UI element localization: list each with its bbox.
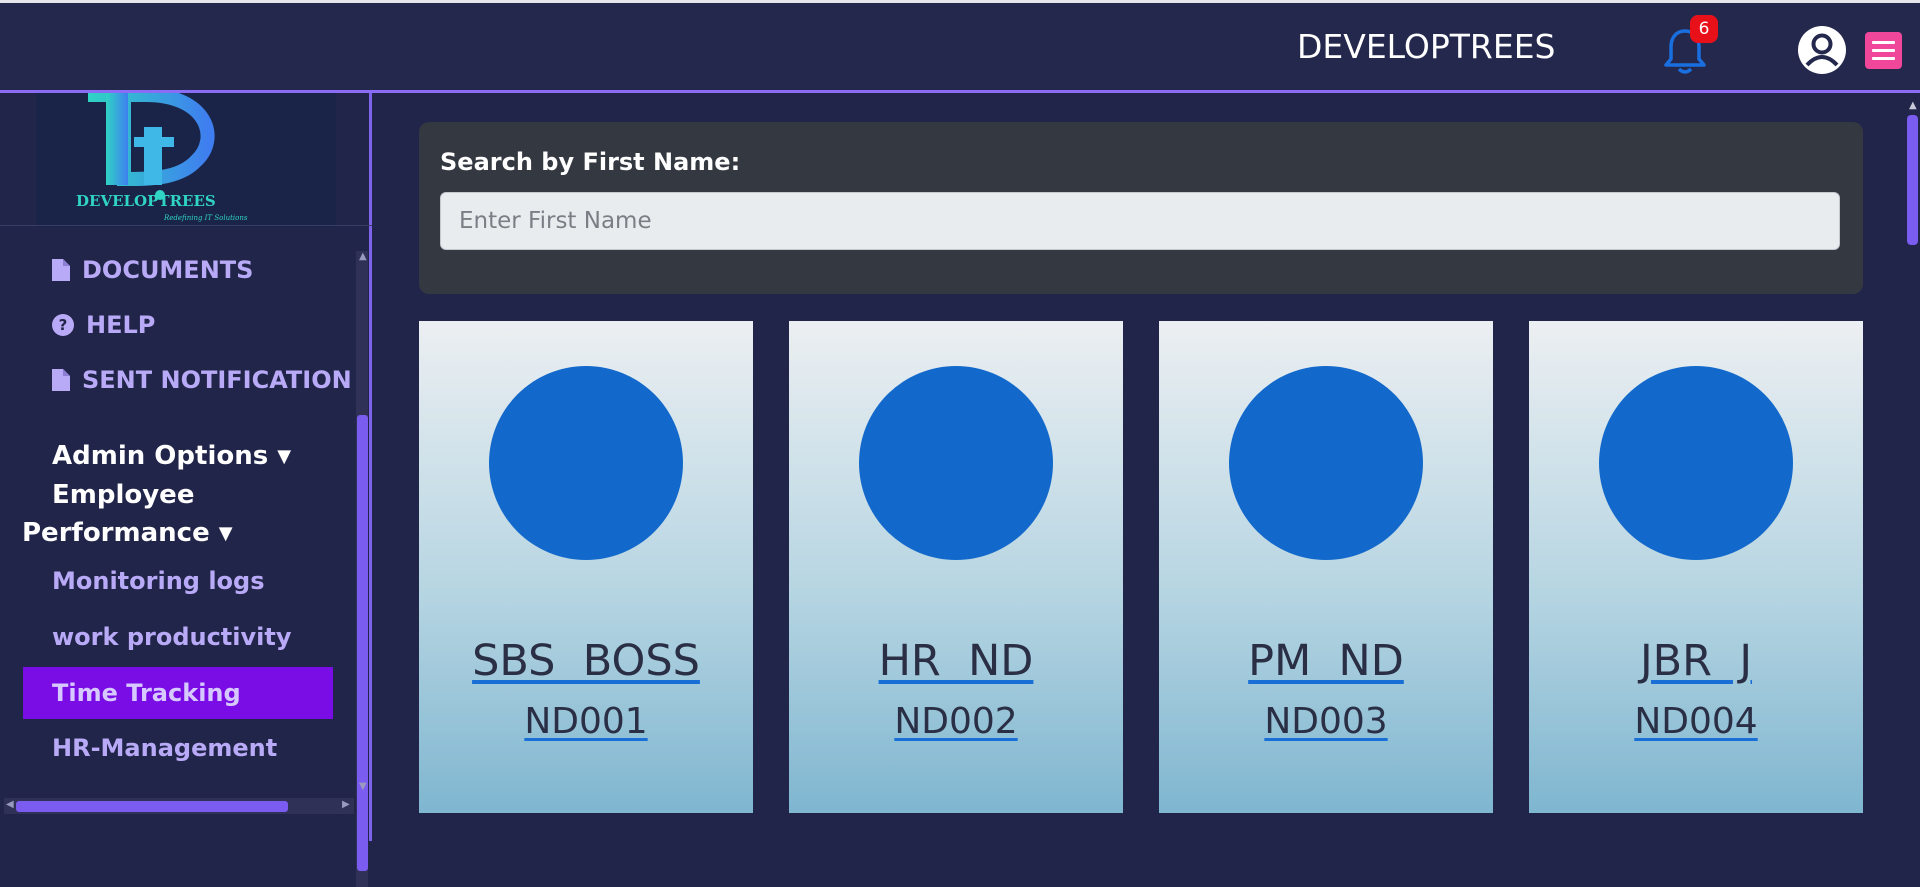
- first-name-search-input[interactable]: [440, 192, 1840, 250]
- avatar: [1599, 366, 1793, 560]
- help-icon: ?: [52, 314, 74, 336]
- sidebar-item-hr-management[interactable]: HR-Management: [52, 734, 277, 762]
- admin-options-toggle[interactable]: Admin Options ▼: [52, 441, 291, 471]
- scroll-right-arrow-icon[interactable]: ▶: [342, 799, 350, 810]
- sidebar-item-documents[interactable]: DOCUMENTS: [52, 256, 253, 284]
- sidebar-vertical-scroll-thumb[interactable]: [357, 415, 368, 871]
- sidebar-item-help[interactable]: ? HELP: [52, 311, 155, 339]
- document-icon: [52, 259, 70, 281]
- employee-card[interactable]: JBR J ND004: [1529, 321, 1863, 813]
- scroll-left-arrow-icon[interactable]: ◀: [6, 799, 14, 810]
- scroll-up-arrow-icon[interactable]: ▲: [359, 251, 367, 262]
- employee-performance-line1: Employee: [52, 480, 195, 510]
- sidebar-item-monitoring-logs[interactable]: Monitoring logs: [52, 567, 265, 595]
- avatar: [1229, 366, 1423, 560]
- avatar: [859, 366, 1053, 560]
- logo-tagline: Redefining IT Solutions: [163, 214, 248, 222]
- employee-card[interactable]: PM ND ND003: [1159, 321, 1493, 813]
- avatar: [489, 366, 683, 560]
- notification-count-badge: 6: [1690, 15, 1718, 43]
- sidebar-item-label: HELP: [86, 311, 156, 339]
- caret-down-icon: ▼: [218, 523, 233, 544]
- main-vertical-scroll-thumb[interactable]: [1907, 115, 1918, 245]
- hamburger-menu-button[interactable]: [1865, 32, 1902, 69]
- main-scroll-up-arrow-icon[interactable]: ▲: [1909, 100, 1917, 111]
- search-panel: Search by First Name:: [419, 122, 1863, 294]
- svg-text:?: ?: [59, 316, 68, 334]
- employee-performance-label: Performance: [22, 518, 210, 548]
- search-label: Search by First Name:: [440, 148, 741, 176]
- caret-down-icon: ▼: [277, 446, 292, 467]
- employee-card[interactable]: SBS BOSS ND001: [419, 321, 753, 813]
- user-profile-icon[interactable]: [1797, 25, 1847, 75]
- employee-id-link[interactable]: ND001: [419, 701, 753, 742]
- admin-options-label: Admin Options: [52, 441, 269, 471]
- employee-name-link[interactable]: JBR J: [1529, 636, 1863, 686]
- employee-card[interactable]: HR ND ND002: [789, 321, 1123, 813]
- document-icon: [52, 369, 70, 391]
- sidebar-item-time-tracking[interactable]: Time Tracking: [23, 667, 333, 719]
- employee-name-link[interactable]: HR ND: [789, 636, 1123, 686]
- employee-name-link[interactable]: SBS BOSS: [419, 636, 753, 686]
- divider: [0, 225, 372, 226]
- employee-id-link[interactable]: ND004: [1529, 701, 1863, 742]
- sidebar-horizontal-scroll-thumb[interactable]: [16, 801, 288, 812]
- brand-title: DEVELOPTREES: [1297, 27, 1556, 66]
- employee-performance-toggle[interactable]: Performance ▼: [22, 518, 233, 548]
- sidebar-item-work-productivity[interactable]: work productivity: [52, 623, 292, 651]
- scroll-down-arrow-icon[interactable]: ▼: [359, 781, 367, 792]
- sidebar-item-label: SENT NOTIFICATION: [82, 366, 352, 394]
- sidebar: DEVELOPTREES Redefining IT Solutions DOC…: [0, 88, 372, 887]
- sidebar-item-label: DOCUMENTS: [82, 256, 254, 284]
- employee-name-link[interactable]: PM ND: [1159, 636, 1493, 686]
- logo-text: DEVELOPTREES: [76, 192, 216, 210]
- company-logo: DEVELOPTREES Redefining IT Solutions: [36, 88, 336, 227]
- top-bar: DEVELOPTREES 6: [0, 0, 1920, 93]
- employee-id-link[interactable]: ND002: [789, 701, 1123, 742]
- sidebar-item-sent-notification[interactable]: SENT NOTIFICATION: [52, 366, 352, 394]
- employee-id-link[interactable]: ND003: [1159, 701, 1493, 742]
